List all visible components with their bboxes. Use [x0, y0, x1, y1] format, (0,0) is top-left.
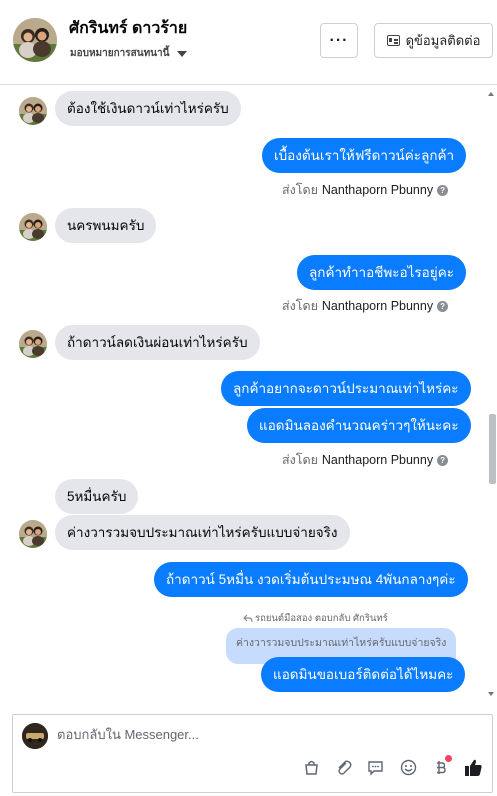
- sent-by-agent: Nanthaporn Pbunny: [321, 299, 434, 313]
- incoming-message[interactable]: ต้องใช้เงินดาวน์เท่าไหร่ครับ: [55, 91, 241, 126]
- paperclip-icon[interactable]: [333, 757, 353, 777]
- sent-by-prefix: ส่งโดย: [282, 299, 318, 313]
- question-mark-icon[interactable]: ?: [437, 300, 449, 312]
- sent-by-label: ส่งโดย Nanthaporn Pbunny ?: [282, 296, 449, 316]
- outgoing-message[interactable]: ลูกค้าอยากจะดาวน์ประมาณเท่าไหร่คะ: [221, 371, 471, 406]
- reply-composer: [12, 714, 493, 793]
- caret-down-icon: [177, 50, 188, 57]
- outgoing-message[interactable]: แอดมินลองคำนวณคร่าวๆให้นะคะ: [247, 408, 471, 443]
- sent-by-prefix: ส่งโดย: [282, 183, 318, 197]
- chat-bubble-icon[interactable]: [365, 757, 385, 777]
- view-contact-info-button[interactable]: ดูข้อมูลติดต่อ: [374, 23, 493, 58]
- reply-context-note: รถยนต์มือสอง ตอบกลับ ศักรินทร์: [243, 611, 388, 626]
- reply-context-label: รถยนต์มือสอง ตอบกลับ ศักรินทร์: [255, 613, 388, 624]
- more-dots-icon: ···: [329, 31, 349, 49]
- sent-by-agent: Nanthaporn Pbunny: [321, 453, 434, 467]
- sent-by-label: ส่งโดย Nanthaporn Pbunny ?: [282, 180, 449, 200]
- question-mark-icon[interactable]: ?: [437, 454, 449, 466]
- page-avatar: [22, 723, 48, 749]
- outgoing-message[interactable]: ถ้าดาวน์ 5หมื่น งวดเริ่มต้นประมษณ 4พันกล…: [154, 562, 468, 597]
- notification-dot: [445, 755, 452, 762]
- assign-conversation-label: มอบหมายการสนทนานี้: [70, 48, 170, 59]
- more-options-button[interactable]: ···: [320, 23, 358, 58]
- incoming-message[interactable]: ค่างวารวมจบประมาณเท่าไหร่ครับแบบจ่ายจริง: [55, 515, 350, 550]
- reply-input[interactable]: [57, 727, 477, 742]
- outgoing-message[interactable]: แอดมินขอเบอร์ติดต่อได้ไหมคะ: [261, 657, 466, 692]
- sender-avatar[interactable]: [19, 213, 47, 241]
- shopping-bag-icon[interactable]: [301, 757, 321, 777]
- reply-arrow-icon: [243, 614, 253, 623]
- smiley-icon[interactable]: [398, 757, 418, 777]
- sender-avatar[interactable]: [19, 520, 47, 548]
- thumbs-up-icon[interactable]: [463, 757, 483, 777]
- assign-conversation-dropdown[interactable]: มอบหมายการสนทนานี้: [70, 46, 188, 61]
- question-mark-icon[interactable]: ?: [437, 184, 449, 196]
- scroll-up-arrow-icon[interactable]: [488, 92, 494, 96]
- conversation-header: ศักรินทร์ ดาวร้าย มอบหมายการสนทนานี้ ···…: [0, 0, 497, 85]
- outgoing-message[interactable]: ลูกค้าทำาอชีพะอไรอยู่คะ: [297, 255, 466, 290]
- sender-avatar[interactable]: [19, 97, 47, 125]
- incoming-message[interactable]: นครพนมครับ: [55, 208, 157, 243]
- contact-name: ศักรินทร์ ดาวร้าย: [69, 20, 188, 37]
- scrollbar-thumb[interactable]: [489, 414, 496, 484]
- outgoing-message[interactable]: เบื้องต้นเราให้ฟรีดาวน์ค่ะลูกค้า: [262, 138, 467, 173]
- incoming-message[interactable]: ถ้าดาวน์ลดเงินผ่อนเท่าไหร่ครับ: [55, 325, 260, 360]
- sender-avatar[interactable]: [19, 330, 47, 358]
- sent-by-label: ส่งโดย Nanthaporn Pbunny ?: [282, 450, 449, 470]
- sent-by-prefix: ส่งโดย: [282, 453, 318, 467]
- view-contact-info-label: ดูข้อมูลติดต่อ: [405, 33, 481, 48]
- id-card-icon: [386, 35, 400, 46]
- incoming-message[interactable]: 5หมื่นครับ: [55, 479, 139, 514]
- sent-by-agent: Nanthaporn Pbunny: [321, 183, 434, 197]
- contact-avatar[interactable]: [13, 18, 57, 62]
- scroll-down-arrow-icon[interactable]: [488, 692, 494, 696]
